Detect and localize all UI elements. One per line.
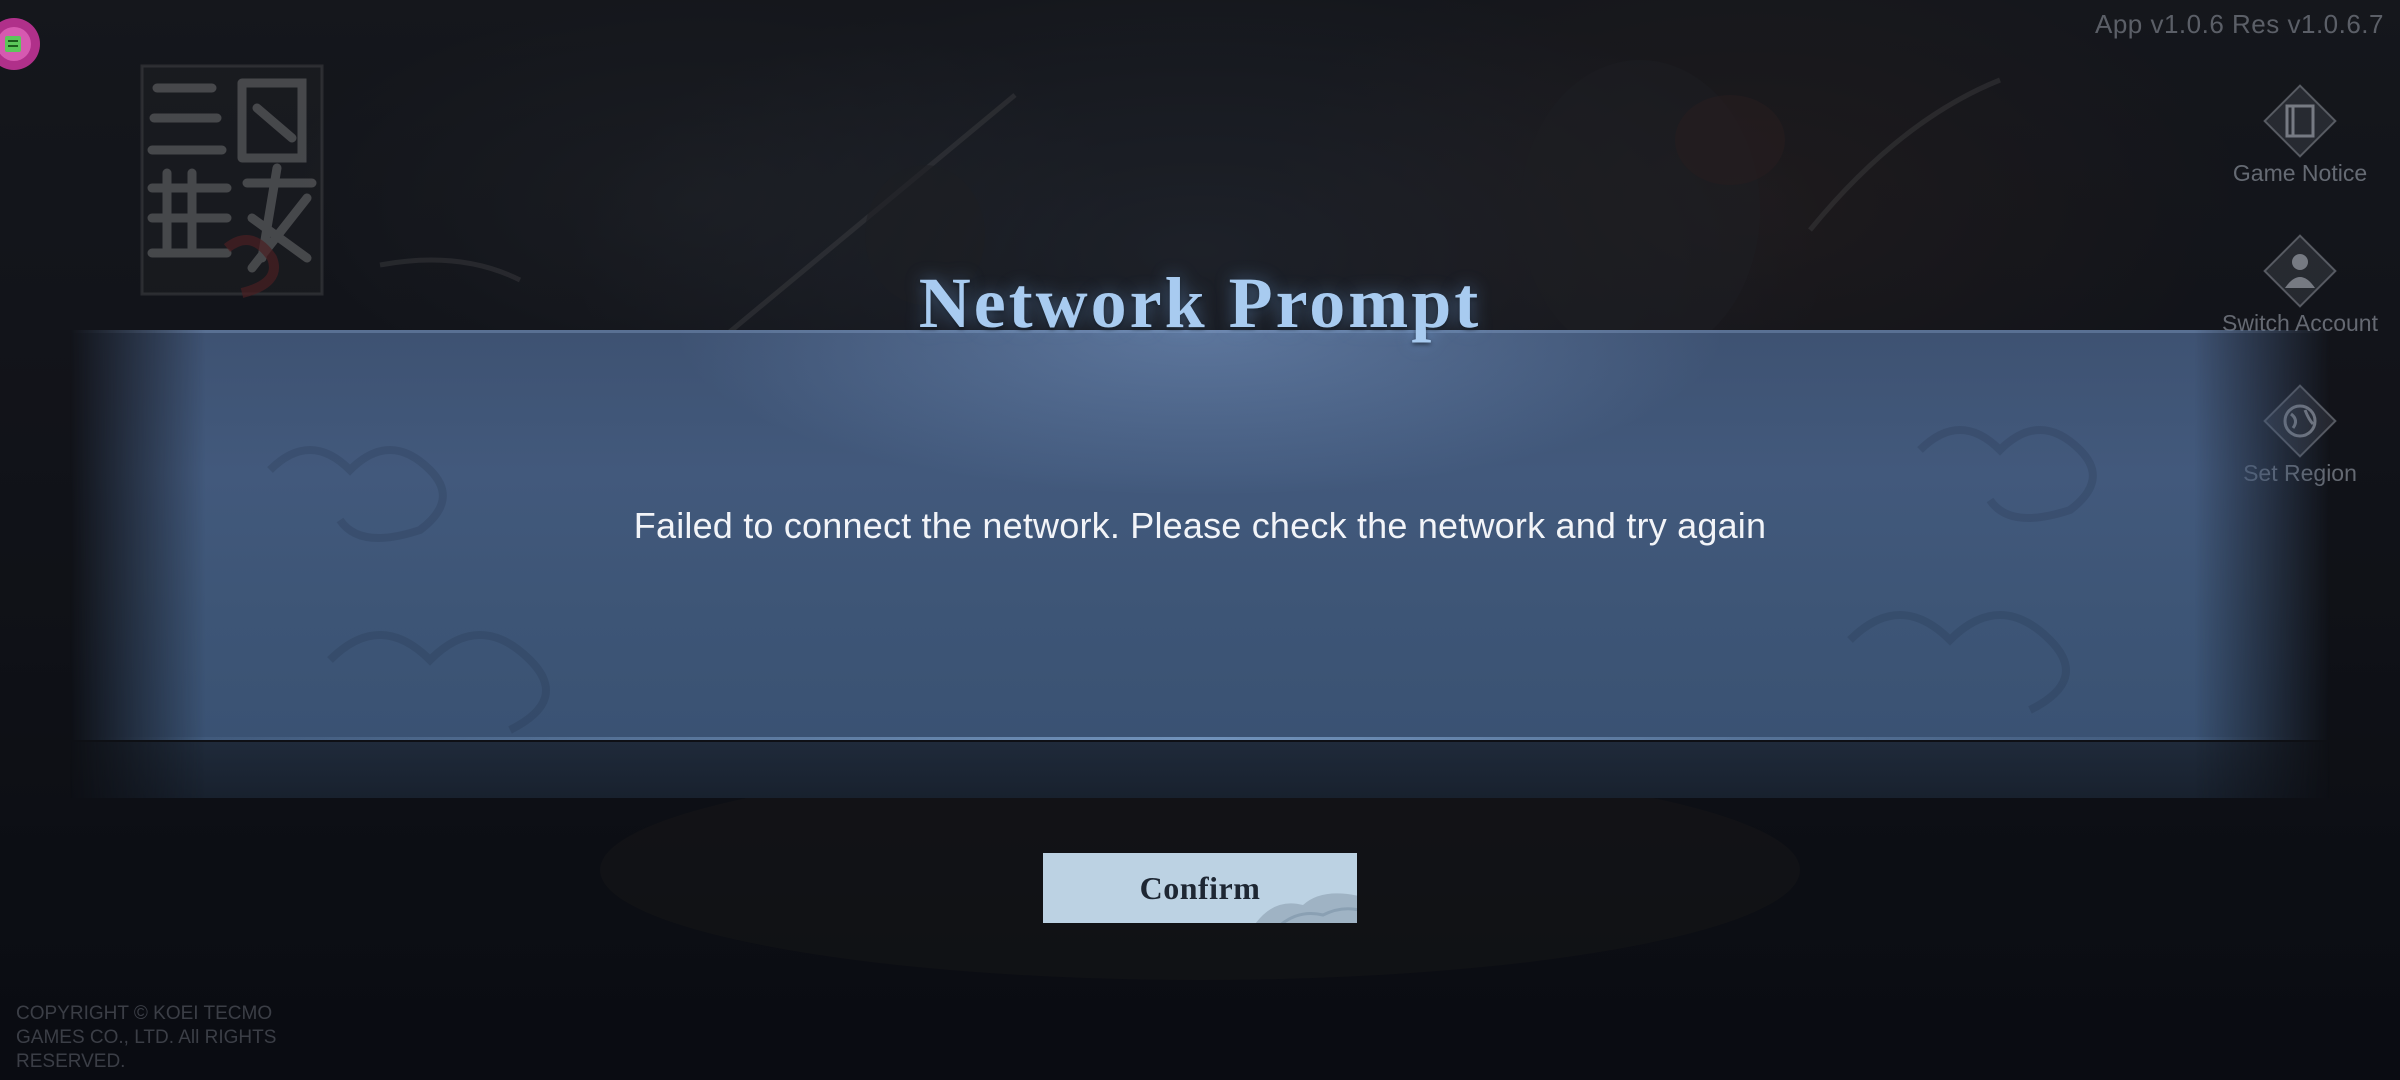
badge-logo-icon	[0, 18, 40, 70]
game-notice-label: Game Notice	[2232, 160, 2368, 186]
confirm-label: Confirm	[1139, 869, 1261, 906]
game-login-screen: App v1.0.6 Res v1.0.6.7 Game Notice Swit…	[0, 0, 2400, 1080]
book-icon	[2263, 84, 2337, 158]
confirm-button[interactable]: Confirm	[1043, 853, 1357, 923]
dialog-bottom-rim	[70, 737, 2330, 740]
dialog-message: Failed to connect the network. Please ch…	[633, 505, 1767, 546]
game-notice-button[interactable]: Game Notice	[2200, 78, 2400, 187]
copyright-text: COPYRIGHT © KOEI TECMO GAMES CO., LTD. A…	[16, 1003, 277, 1072]
dialog-title: Network Prompt	[918, 263, 1482, 343]
version-label: App v1.0.6 Res v1.0.6.7	[2094, 9, 2384, 39]
dialog-lower-band	[70, 742, 2330, 798]
wave-decoration-icon	[1255, 893, 1357, 923]
